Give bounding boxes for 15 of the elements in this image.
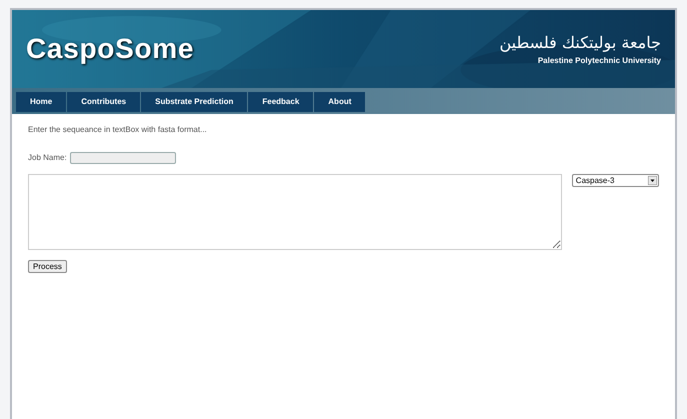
nav-tab[interactable]: Substrate Prediction: [141, 92, 248, 112]
caspase-select[interactable]: Caspase-3: [572, 174, 659, 187]
nav-tab[interactable]: Home: [16, 92, 66, 112]
instruction-text: Enter the sequeance in textBox with fasta format...: [28, 124, 208, 136]
university-arabic-name: جامعة بوليتكنك فلسطين: [499, 32, 661, 54]
nav-tab[interactable]: About: [314, 92, 366, 112]
job-name-field[interactable]: [70, 152, 176, 164]
dropdown-caret-icon: [648, 176, 657, 185]
university-name: Palestine Polytechnic University: [538, 55, 661, 67]
nav-tab[interactable]: Contributes: [67, 92, 140, 112]
process-button[interactable]: Process: [28, 260, 67, 273]
sequence-textarea[interactable]: [28, 174, 562, 250]
job-name-label: Job Name:: [28, 152, 67, 164]
logo: CaspoSome: [26, 32, 194, 66]
nav-tab[interactable]: Feedback: [248, 92, 314, 112]
